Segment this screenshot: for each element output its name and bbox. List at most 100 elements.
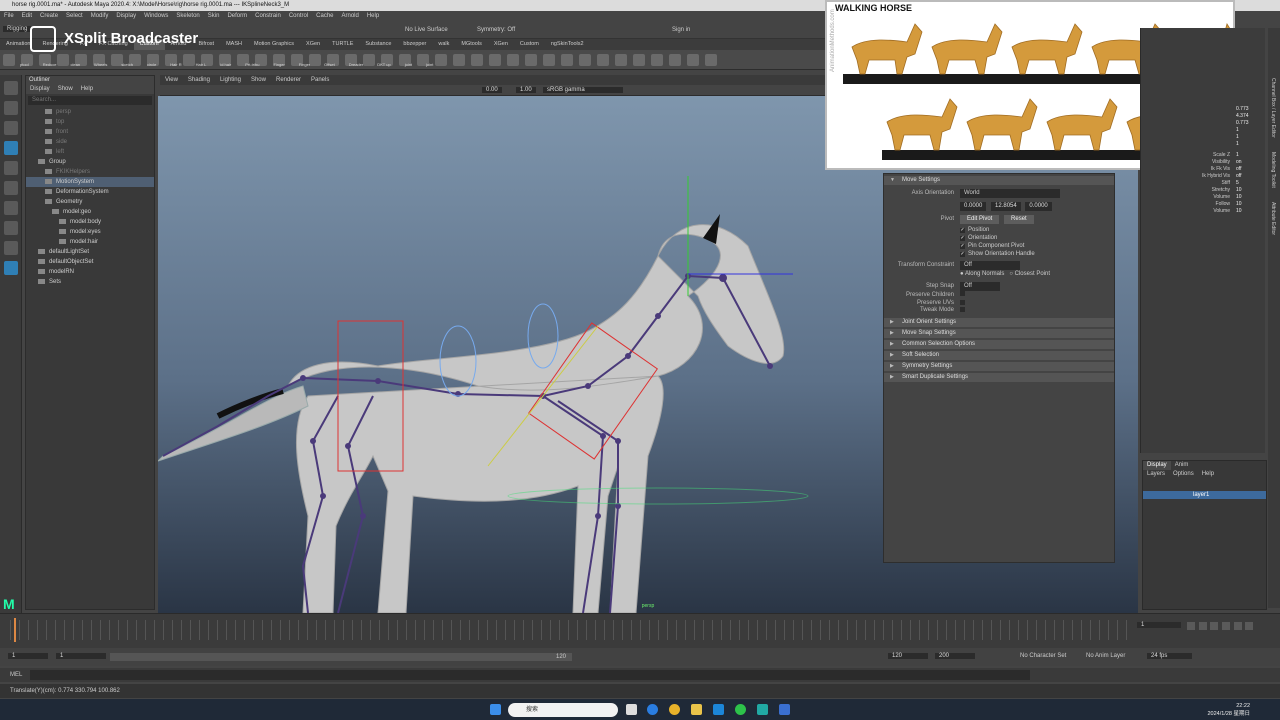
move-settings-header[interactable]: Move Settings [884, 176, 1114, 185]
outliner-item[interactable]: Sets [26, 277, 154, 287]
shelf-tab-12[interactable]: bbzepper [397, 39, 432, 50]
outliner-item[interactable]: modelRN [26, 267, 154, 277]
viewport-menu-panels[interactable]: Panels [311, 77, 329, 83]
fps-dropdown[interactable]: 24 fps [1147, 653, 1192, 659]
shelf-tool-icon[interactable] [3, 54, 15, 66]
taskbar-search-box[interactable]: 搜索 [508, 703, 618, 717]
shelf-tool-icon[interactable] [471, 54, 483, 66]
side-tab[interactable]: Attribute Editor [1268, 202, 1278, 235]
channel-row[interactable]: Scale Z 1 [1141, 152, 1265, 159]
layer-menu-item[interactable]: Options [1173, 471, 1194, 477]
store-icon[interactable] [713, 704, 724, 715]
menu-skin[interactable]: Skin [208, 13, 220, 19]
layer-tab-display[interactable]: Display [1143, 461, 1171, 470]
coord-y-field[interactable]: 12.8054 [991, 202, 1021, 211]
shelf-tool-icon[interactable] [597, 54, 609, 66]
axis-orientation-dropdown[interactable]: World [960, 189, 1060, 198]
channel-row[interactable]: Stiff 5 [1141, 180, 1265, 187]
outliner-item[interactable]: model:eyes [26, 227, 154, 237]
mode-dropdown[interactable]: Rigging [3, 26, 32, 32]
transform-constraint-dropdown[interactable]: Off [960, 261, 1020, 270]
menu-create[interactable]: Create [40, 13, 58, 19]
rotate-tool-icon[interactable] [4, 161, 18, 175]
go-to-end-icon[interactable] [1245, 622, 1254, 630]
system-clock[interactable]: 22:22 2024/1/28 星期日 [1208, 702, 1251, 718]
viewport-menu-renderer[interactable]: Renderer [276, 77, 301, 83]
outliner-item[interactable]: side [26, 137, 154, 147]
channel-value-row[interactable]: 1 [1141, 141, 1265, 148]
channel-value-row[interactable]: 4.374 [1141, 113, 1265, 120]
step-snap-dropdown[interactable]: Off [960, 282, 1000, 291]
character-set-dropdown[interactable]: No Character Set [1020, 653, 1066, 659]
gamma-field[interactable]: 1.00 [516, 87, 536, 93]
viewport-menu-shading[interactable]: Shading [188, 77, 210, 83]
shelf-tool-icon[interactable] [561, 54, 573, 66]
collapsed-section-header[interactable]: Soft Selection [884, 351, 1114, 360]
symmetry-dropdown[interactable]: Symmetry: Off [477, 27, 515, 33]
channel-value-row[interactable]: 1 [1141, 134, 1265, 141]
menu-skeleton[interactable]: Skeleton [176, 13, 199, 19]
shelf-tool-icon[interactable] [489, 54, 501, 66]
shelf-tool-icon[interactable] [543, 54, 555, 66]
step-back-icon[interactable] [1198, 622, 1207, 630]
outliner-item[interactable]: model:body [26, 217, 154, 227]
xsplit-taskbar-icon[interactable] [779, 704, 790, 715]
preserve-children-checkbox[interactable] [960, 291, 965, 296]
outliner-menu-item[interactable]: Help [81, 86, 93, 92]
paint-select-icon[interactable] [4, 121, 18, 135]
wechat-icon[interactable] [735, 704, 746, 715]
shelf-tab-9[interactable]: XGen [300, 39, 326, 50]
collapsed-section-header[interactable]: Smart Duplicate Settings [884, 373, 1114, 382]
viewport-menu-view[interactable]: View [165, 77, 178, 83]
shelf-tab-16[interactable]: Custom [514, 39, 545, 50]
pivot-option-checkbox[interactable]: ✓ [960, 252, 965, 257]
shelf-tab-10[interactable]: TURTLE [326, 39, 359, 50]
maya-taskbar-icon[interactable] [757, 704, 768, 715]
layer-row[interactable]: layer1 [1143, 491, 1266, 499]
outliner-item[interactable]: FKIKHelpers [26, 167, 154, 177]
channel-row[interactable]: Visibility on [1141, 159, 1265, 166]
channel-value-row[interactable]: 1 [1141, 127, 1265, 134]
preserve-uvs-checkbox[interactable] [960, 300, 965, 305]
layout-outliner-icon[interactable] [4, 241, 18, 255]
tweak-mode-checkbox[interactable] [960, 307, 965, 312]
collapsed-section-header[interactable]: Symmetry Settings [884, 362, 1114, 371]
shelf-tab-17[interactable]: ngSkinTools2 [545, 39, 590, 50]
menu-cache[interactable]: Cache [316, 13, 333, 19]
range-start-field[interactable]: 1 [56, 653, 106, 659]
shelf-tool-icon[interactable] [507, 54, 519, 66]
channel-row[interactable]: Ik Hybrid Vis off [1141, 173, 1265, 180]
edge-icon[interactable] [647, 704, 658, 715]
outliner-menu-item[interactable]: Show [58, 86, 73, 92]
anim-layer-dropdown[interactable]: No Anim Layer [1086, 653, 1125, 659]
channel-value-row[interactable]: 0.773 [1141, 106, 1265, 113]
layout-single-icon[interactable] [4, 201, 18, 215]
play-back-icon[interactable] [1210, 622, 1219, 630]
shelf-tool-icon[interactable] [579, 54, 591, 66]
shelf-tool-icon[interactable] [615, 54, 627, 66]
coord-x-field[interactable]: 0.0000 [960, 202, 987, 211]
menu-constrain[interactable]: Constrain [255, 13, 281, 19]
shelf-tab-14[interactable]: MGtools [455, 39, 487, 50]
viewport-menu-lighting[interactable]: Lighting [220, 77, 241, 83]
shelf-tab-13[interactable]: walk [432, 39, 455, 50]
shelf-tab-8[interactable]: Motion Graphics [248, 39, 300, 50]
outliner-item[interactable]: DeformationSystem [26, 187, 154, 197]
layer-menu-item[interactable]: Layers [1147, 471, 1165, 477]
colorspace-dropdown[interactable]: sRGB gamma [543, 87, 623, 93]
outliner-item[interactable]: model:hair [26, 237, 154, 247]
reset-pivot-button[interactable]: Reset [1004, 215, 1034, 224]
task-view-icon[interactable] [626, 704, 637, 715]
menu-select[interactable]: Select [66, 13, 83, 19]
time-slider[interactable]: 1 [0, 613, 1280, 648]
viewport-menu-show[interactable]: Show [251, 77, 266, 83]
current-time-marker[interactable] [14, 618, 16, 642]
menu-deform[interactable]: Deform [227, 13, 247, 19]
range-end-field[interactable]: 120 [888, 653, 928, 659]
exposure-field[interactable]: 0.00 [482, 87, 502, 93]
layer-menu-item[interactable]: Help [1202, 471, 1214, 477]
collapsed-section-header[interactable]: Joint Orient Settings [884, 318, 1114, 327]
shelf-tool-icon[interactable] [687, 54, 699, 66]
outliner-item[interactable]: defaultLightSet [26, 247, 154, 257]
collapsed-section-header[interactable]: Common Selection Options [884, 340, 1114, 349]
